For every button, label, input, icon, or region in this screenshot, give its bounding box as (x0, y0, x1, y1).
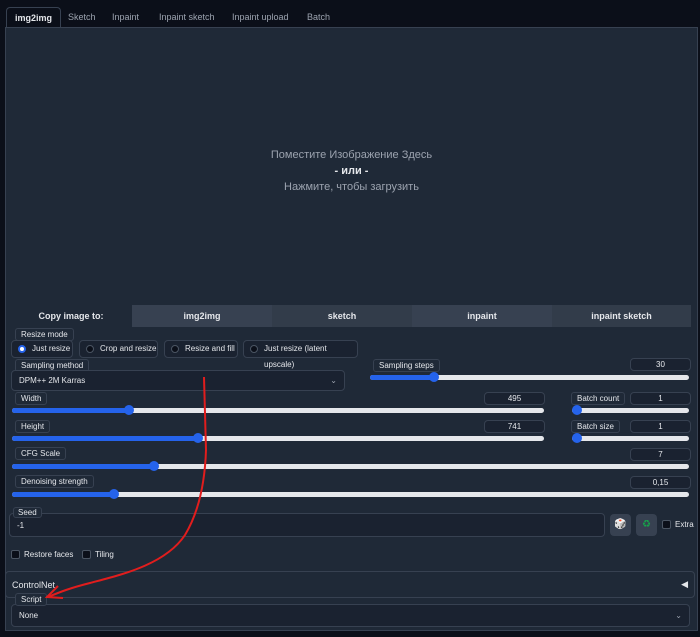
slider-fill (12, 492, 114, 497)
reuse-seed-recycle-icon[interactable]: ♻ (636, 514, 657, 536)
restore-faces-checkbox[interactable] (11, 550, 20, 559)
radio-dot (250, 345, 258, 353)
radio-just-resize[interactable]: Just resize (11, 340, 73, 358)
batch-count-slider[interactable] (572, 405, 689, 415)
radio-latent-upscale[interactable]: Just resize (latent upscale) (243, 340, 358, 369)
radio-label: Crop and resize (100, 344, 157, 353)
slider-thumb[interactable] (572, 405, 582, 415)
radio-crop-and-resize[interactable]: Crop and resize (79, 340, 158, 358)
batch-size-input[interactable]: 1 (630, 420, 691, 433)
cfg-scale-input[interactable]: 7 (630, 448, 691, 461)
image-drop-zone[interactable]: Поместите Изображение Здесь - или - Нажм… (5, 27, 698, 305)
radio-dot (86, 345, 94, 353)
tab-inpaint[interactable]: Inpaint (104, 7, 147, 28)
chevron-down-icon: ⌄ (675, 611, 682, 620)
batch-size-slider[interactable] (572, 433, 689, 443)
copy-to-img2img-button[interactable]: img2img (132, 305, 272, 327)
slider-thumb[interactable] (124, 405, 135, 415)
controlnet-accordion[interactable]: ControlNet ◀ (5, 571, 695, 598)
cfg-scale-slider[interactable] (12, 461, 689, 471)
radio-dot (18, 345, 26, 353)
slider-thumb[interactable] (108, 489, 119, 499)
script-label: Script (15, 593, 48, 606)
slider-thumb[interactable] (572, 433, 582, 443)
chevron-down-icon: ⌄ (330, 376, 337, 385)
width-slider[interactable] (12, 405, 544, 415)
cfg-scale-label: CFG Scale (15, 447, 67, 460)
extra-checkbox[interactable] (662, 520, 671, 529)
radio-label: Just resize (32, 344, 71, 353)
denoising-slider[interactable] (12, 489, 689, 499)
radio-label: Resize and fill (185, 344, 235, 353)
script-value: None (19, 611, 39, 620)
tiling-label: Tiling (95, 550, 114, 559)
seed-label: Seed (13, 507, 42, 518)
width-label: Width (15, 392, 48, 405)
drop-text-2: - или - (334, 165, 369, 177)
slider-fill (370, 375, 434, 380)
drop-text-3: Нажмите, чтобы загрузить (284, 181, 419, 193)
slider-fill (12, 408, 130, 413)
random-seed-dice-icon[interactable]: 🎲 (610, 514, 631, 536)
batch-size-label: Batch size (571, 420, 620, 433)
slider-fill (12, 464, 155, 469)
tab-img2img[interactable]: img2img (6, 7, 62, 28)
controlnet-label: ControlNet (12, 580, 56, 590)
height-input[interactable]: 741 (484, 420, 545, 433)
sampling-steps-label: Sampling steps (373, 359, 440, 372)
copy-image-label: Copy image to: (38, 311, 104, 321)
restore-faces-label: Restore faces (24, 550, 74, 559)
height-slider[interactable] (12, 433, 544, 443)
denoising-input[interactable]: 0,15 (630, 476, 691, 489)
sampling-steps-slider[interactable] (370, 372, 689, 382)
seed-value: -1 (17, 521, 25, 530)
copy-to-inpaint-button[interactable]: inpaint (412, 305, 552, 327)
slider-thumb[interactable] (428, 372, 439, 382)
copy-to-inpaint-sketch-button[interactable]: inpaint sketch (552, 305, 691, 327)
width-input[interactable]: 495 (484, 392, 545, 405)
tiling-checkbox[interactable] (82, 550, 91, 559)
batch-count-label: Batch count (571, 392, 626, 405)
extra-label: Extra (675, 520, 694, 529)
height-label: Height (15, 420, 51, 433)
radio-resize-and-fill[interactable]: Resize and fill (164, 340, 238, 358)
tab-inpaint-sketch[interactable]: Inpaint sketch (151, 7, 223, 28)
collapse-triangle-icon: ◀ (681, 579, 688, 589)
copy-to-sketch-button[interactable]: sketch (272, 305, 412, 327)
sampling-method-dropdown[interactable]: DPM++ 2M Karras ⌄ (11, 370, 345, 391)
radio-dot (171, 345, 179, 353)
script-dropdown[interactable]: None ⌄ (11, 604, 690, 627)
batch-count-input[interactable]: 1 (630, 392, 691, 405)
seed-input[interactable]: -1 (9, 513, 605, 537)
tab-sketch[interactable]: Sketch (60, 7, 104, 28)
denoising-label: Denoising strength (15, 475, 94, 488)
dropdown-value: DPM++ 2M Karras (19, 376, 86, 385)
slider-fill (12, 436, 199, 441)
tab-batch[interactable]: Batch (299, 7, 338, 28)
tab-inpaint-upload[interactable]: Inpaint upload (224, 7, 297, 28)
sampling-steps-input[interactable]: 30 (630, 358, 691, 371)
drop-text-1: Поместите Изображение Здесь (270, 149, 433, 161)
